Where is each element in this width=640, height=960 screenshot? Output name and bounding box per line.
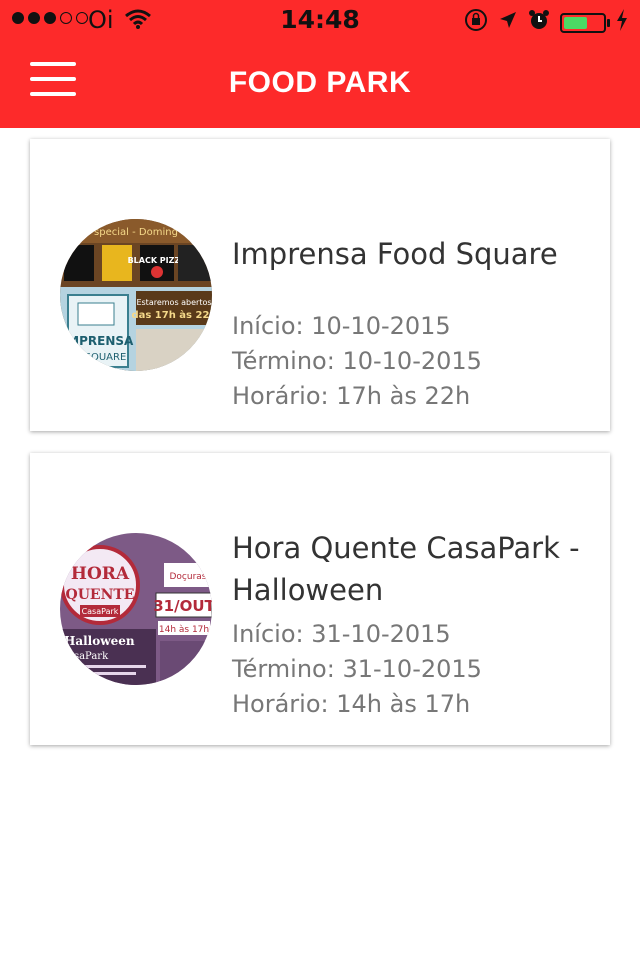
svg-text:D SQUARE: D SQUARE xyxy=(74,352,127,363)
event-end-date: Término: 10-10-2015 xyxy=(232,347,482,375)
event-name: Imprensa Food Square xyxy=(232,237,558,271)
svg-text:31/OUT: 31/OUT xyxy=(153,597,212,615)
svg-text:Halloween: Halloween xyxy=(64,634,135,648)
event-thumbnail: special - Doming BLACK PIZZA Estaremos a… xyxy=(60,219,212,371)
event-end-date: Término: 31-10-2015 xyxy=(232,655,482,683)
orientation-lock-icon xyxy=(464,8,488,38)
event-hours: Horário: 14h às 17h xyxy=(232,690,471,718)
svg-text:Estaremos abertos: Estaremos abertos xyxy=(136,298,211,307)
charging-bolt-icon xyxy=(616,9,628,37)
event-start-date: Início: 10-10-2015 xyxy=(232,312,451,340)
event-list: special - Doming BLACK PIZZA Estaremos a… xyxy=(30,139,610,767)
svg-text:special - Doming: special - Doming xyxy=(94,227,178,238)
svg-text:HORA: HORA xyxy=(71,564,130,584)
svg-text:14h às 17h: 14h às 17h xyxy=(159,625,209,635)
event-hours: Horário: 17h às 22h xyxy=(232,382,471,410)
svg-text:Doçuras: Doçuras xyxy=(170,572,207,582)
svg-text:asaPark: asaPark xyxy=(68,651,109,662)
event-start-date: Início: 31-10-2015 xyxy=(232,620,451,648)
status-bar: Oi 14:48 xyxy=(0,0,640,40)
svg-text:CasaPark: CasaPark xyxy=(82,607,119,616)
location-arrow-icon xyxy=(498,10,518,36)
event-card[interactable]: HORA QUENTE CasaPark Doçuras 31/OUT 14h … xyxy=(30,453,610,745)
svg-text:IMPRENSA: IMPRENSA xyxy=(63,334,134,348)
event-card[interactable]: special - Doming BLACK PIZZA Estaremos a… xyxy=(30,139,610,431)
svg-text:das 17h às 22h: das 17h às 22h xyxy=(131,309,212,321)
event-thumbnail: HORA QUENTE CasaPark Doçuras 31/OUT 14h … xyxy=(60,533,212,685)
app-header: Oi 14:48 FOOD PARK xyxy=(0,0,640,128)
svg-text:QUENTE: QUENTE xyxy=(66,587,135,603)
event-name: Hora Quente CasaPark - Halloween xyxy=(232,531,580,607)
alarm-clock-icon xyxy=(528,9,550,37)
page-title: FOOD PARK xyxy=(228,66,412,99)
battery-icon xyxy=(560,13,610,33)
